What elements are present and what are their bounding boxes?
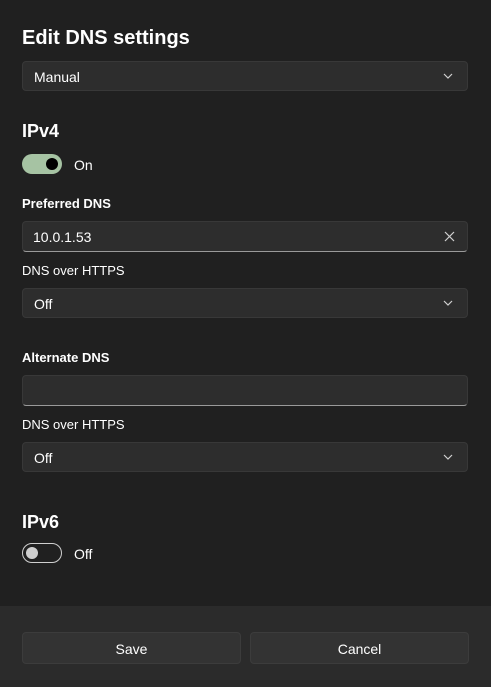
cancel-button[interactable]: Cancel (250, 632, 469, 664)
preferred-dns-https-value: Off (34, 296, 53, 312)
preferred-dns-https-dropdown[interactable]: Off (22, 288, 468, 318)
dns-settings-panel: Edit DNS settings Manual IPv4 On Preferr… (0, 0, 491, 606)
preferred-dns-https-label: DNS over HTTPS (22, 263, 125, 278)
ipv4-toggle-label: On (74, 157, 93, 173)
dialog-title: Edit DNS settings (22, 27, 190, 49)
save-button[interactable]: Save (22, 632, 241, 664)
toggle-knob (46, 158, 58, 170)
alternate-dns-label: Alternate DNS (22, 350, 110, 365)
chevron-down-icon (443, 454, 453, 460)
chevron-down-icon (443, 73, 453, 79)
alternate-dns-field[interactable] (22, 375, 468, 406)
preferred-dns-field[interactable] (22, 221, 468, 252)
toggle-knob (26, 547, 38, 559)
preferred-dns-input[interactable] (23, 222, 433, 251)
dns-mode-value: Manual (34, 69, 80, 85)
alternate-dns-https-label: DNS over HTTPS (22, 417, 125, 432)
alternate-dns-https-dropdown[interactable]: Off (22, 442, 468, 472)
dns-mode-dropdown[interactable]: Manual (22, 61, 468, 91)
close-icon[interactable] (444, 231, 455, 242)
ipv4-heading: IPv4 (22, 121, 60, 141)
dialog-footer: Save Cancel (0, 606, 491, 687)
alternate-dns-https-value: Off (34, 450, 53, 466)
preferred-dns-label: Preferred DNS (22, 196, 111, 211)
ipv6-heading: IPv6 (22, 512, 60, 532)
alternate-dns-input[interactable] (23, 376, 433, 405)
chevron-down-icon (443, 300, 453, 306)
ipv6-toggle[interactable] (22, 543, 62, 563)
ipv6-toggle-label: Off (74, 546, 93, 562)
ipv4-toggle[interactable] (22, 154, 62, 174)
